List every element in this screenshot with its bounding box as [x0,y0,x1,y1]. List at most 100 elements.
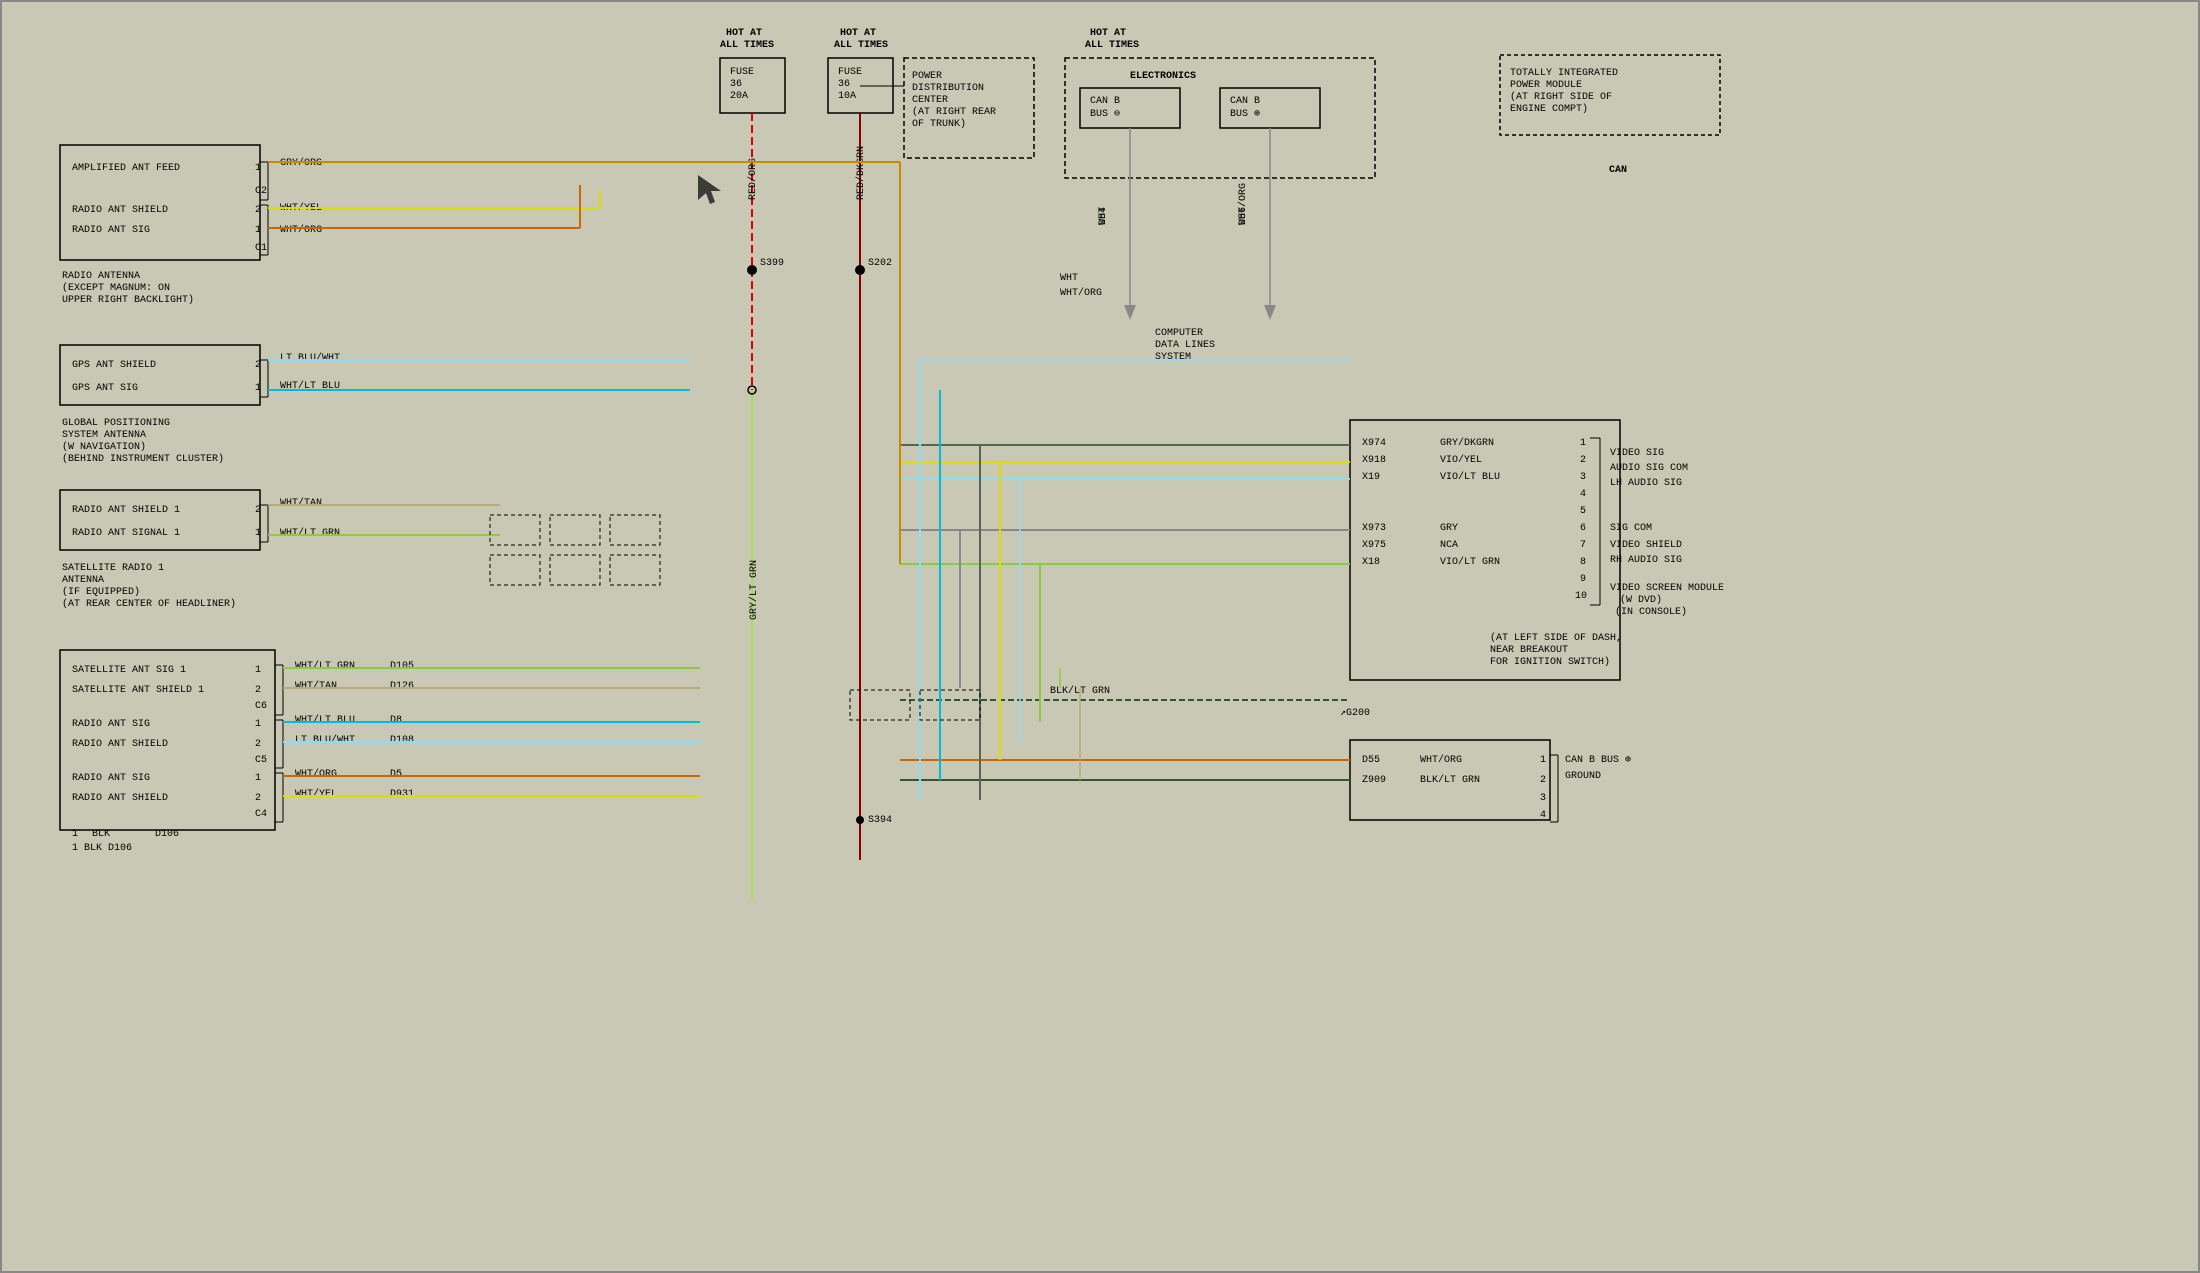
svg-text:DISTRIBUTION: DISTRIBUTION [912,83,984,94]
svg-text:1: 1 [72,829,78,840]
svg-text:SIG COM: SIG COM [1610,523,1652,534]
svg-text:1 BLK D106: 1 BLK D106 [72,843,132,854]
svg-text:WHT/LT BLU: WHT/LT BLU [295,714,355,726]
svg-text:5: 5 [1580,506,1586,517]
svg-text:ALL TIMES: ALL TIMES [1085,40,1139,51]
svg-text:FUSE: FUSE [838,67,862,78]
svg-text:WHT/ORG: WHT/ORG [1420,754,1462,766]
svg-text:9: 9 [1580,574,1586,585]
svg-text:6: 6 [1580,523,1586,534]
svg-text:VIO/LT BLU: VIO/LT BLU [1440,471,1500,483]
svg-text:1: 1 [1540,755,1546,766]
svg-text:2: 2 [255,360,261,371]
svg-text:WHT/TAN: WHT/TAN [295,680,337,692]
svg-text:BLK: BLK [92,829,110,840]
svg-text:AUDIO SIG COM: AUDIO SIG COM [1610,463,1688,474]
svg-text:VIO/LT GRN: VIO/LT GRN [1440,556,1500,568]
svg-text:X975: X975 [1362,540,1386,551]
svg-text:RADIO ANT SHIELD 1: RADIO ANT SHIELD 1 [72,505,180,516]
svg-text:NCA: NCA [1440,540,1458,551]
svg-text:HOT AT: HOT AT [840,28,876,39]
svg-text:CAN B: CAN B [1090,96,1120,107]
svg-text:D126: D126 [390,681,414,692]
svg-text:(AT RIGHT REAR: (AT RIGHT REAR [912,106,996,118]
svg-text:RADIO ANT SHIELD: RADIO ANT SHIELD [72,793,168,804]
svg-text:WHT/YEL: WHT/YEL [295,788,337,800]
svg-text:POWER: POWER [912,71,942,82]
svg-text:HOT AT: HOT AT [726,28,762,39]
svg-text:1: 1 [1580,438,1586,449]
svg-text:BLK/LT GRN: BLK/LT GRN [1420,774,1480,786]
svg-text:WHT/ORG: WHT/ORG [1237,183,1249,225]
svg-text:POWER MODULE: POWER MODULE [1510,80,1582,91]
svg-text:RADIO ANT SIG: RADIO ANT SIG [72,719,150,730]
svg-text:GRY/LT GRN: GRY/LT GRN [748,560,760,620]
svg-text:D108: D108 [390,735,414,746]
svg-text:X973: X973 [1362,523,1386,534]
svg-text:X19: X19 [1362,472,1380,483]
svg-text:CAN: CAN [1609,165,1627,176]
svg-text:GPS ANT SIG: GPS ANT SIG [72,383,138,394]
svg-text:LT BLU/WHT: LT BLU/WHT [295,734,355,746]
svg-text:RADIO ANT SHIELD: RADIO ANT SHIELD [72,205,168,216]
svg-text:8: 8 [1580,557,1586,568]
svg-text:BUS ⊖: BUS ⊖ [1090,109,1120,120]
svg-text:BUS ⊕: BUS ⊕ [1230,109,1260,120]
svg-text:D8: D8 [390,715,402,726]
svg-text:HOT AT: HOT AT [1090,28,1126,39]
svg-text:FUSE: FUSE [730,67,754,78]
svg-text:2: 2 [255,739,261,750]
svg-text:WHT/ORG: WHT/ORG [280,224,322,236]
svg-text:GLOBAL POSITIONING: GLOBAL POSITIONING [62,418,170,429]
svg-text:ELECTRONICS: ELECTRONICS [1130,71,1196,82]
svg-text:(AT LEFT SIDE OF DASH,: (AT LEFT SIDE OF DASH, [1490,632,1622,644]
wiring-diagram: AMPLIFIED ANT FEED 1 C2 RADIO ANT SHIELD… [0,0,2200,1273]
svg-text:10A: 10A [838,91,856,102]
svg-text:4: 4 [1540,810,1546,821]
svg-text:36: 36 [730,79,742,90]
svg-text:TOTALLY INTEGRATED: TOTALLY INTEGRATED [1510,68,1618,79]
svg-text:1: 1 [255,665,261,676]
svg-text:S394: S394 [868,815,892,826]
svg-text:(W NAVIGATION): (W NAVIGATION) [62,441,146,453]
svg-text:X18: X18 [1362,557,1380,568]
svg-text:2: 2 [255,205,261,216]
svg-text:GPS ANT SHIELD: GPS ANT SHIELD [72,360,156,371]
svg-text:4: 4 [1580,489,1586,500]
svg-text:10: 10 [1575,591,1587,602]
svg-text:VIO/YEL: VIO/YEL [1440,454,1482,466]
svg-text:FOR IGNITION SWITCH): FOR IGNITION SWITCH) [1490,656,1610,668]
svg-text:(IF EQUIPPED): (IF EQUIPPED) [62,586,140,598]
svg-text:2: 2 [255,793,261,804]
svg-text:COMPUTER: COMPUTER [1155,328,1203,339]
svg-text:VIDEO SCREEN MODULE: VIDEO SCREEN MODULE [1610,583,1724,594]
svg-text:GROUND: GROUND [1565,771,1601,782]
svg-text:RADIO ANT SIGNAL 1: RADIO ANT SIGNAL 1 [72,528,180,539]
svg-text:3: 3 [1580,472,1586,483]
svg-text:1: 1 [255,528,261,539]
svg-text:C6: C6 [255,701,267,712]
svg-text:SATELLITE RADIO 1: SATELLITE RADIO 1 [62,563,164,574]
svg-text:WHT/ORG: WHT/ORG [295,768,337,780]
svg-text:C5: C5 [255,755,267,766]
svg-text:SYSTEM: SYSTEM [1155,352,1191,363]
svg-text:RADIO ANT SIG: RADIO ANT SIG [72,225,150,236]
svg-text:RADIO ANT SHIELD: RADIO ANT SHIELD [72,739,168,750]
svg-text:(IN CONSOLE): (IN CONSOLE) [1615,606,1687,618]
svg-text:1: 1 [255,719,261,730]
svg-text:C1: C1 [255,243,267,254]
svg-text:20A: 20A [730,91,748,102]
svg-text:2: 2 [255,685,261,696]
svg-text:(W DVD): (W DVD) [1620,594,1662,606]
svg-text:OF TRUNK): OF TRUNK) [912,118,966,130]
svg-text:ALL TIMES: ALL TIMES [720,40,774,51]
svg-text:NEAR BREAKOUT: NEAR BREAKOUT [1490,645,1568,656]
svg-text:RED/ORG: RED/ORG [747,158,759,200]
svg-text:RADIO ANTENNA: RADIO ANTENNA [62,271,140,282]
svg-text:RADIO ANT SIG: RADIO ANT SIG [72,773,150,784]
svg-text:Z909: Z909 [1362,775,1386,786]
svg-text:(AT REAR CENTER OF HEADLINER): (AT REAR CENTER OF HEADLINER) [62,598,236,610]
svg-text:S399: S399 [760,258,784,269]
svg-text:WHT/TAN: WHT/TAN [280,497,322,509]
svg-text:C4: C4 [255,809,267,820]
